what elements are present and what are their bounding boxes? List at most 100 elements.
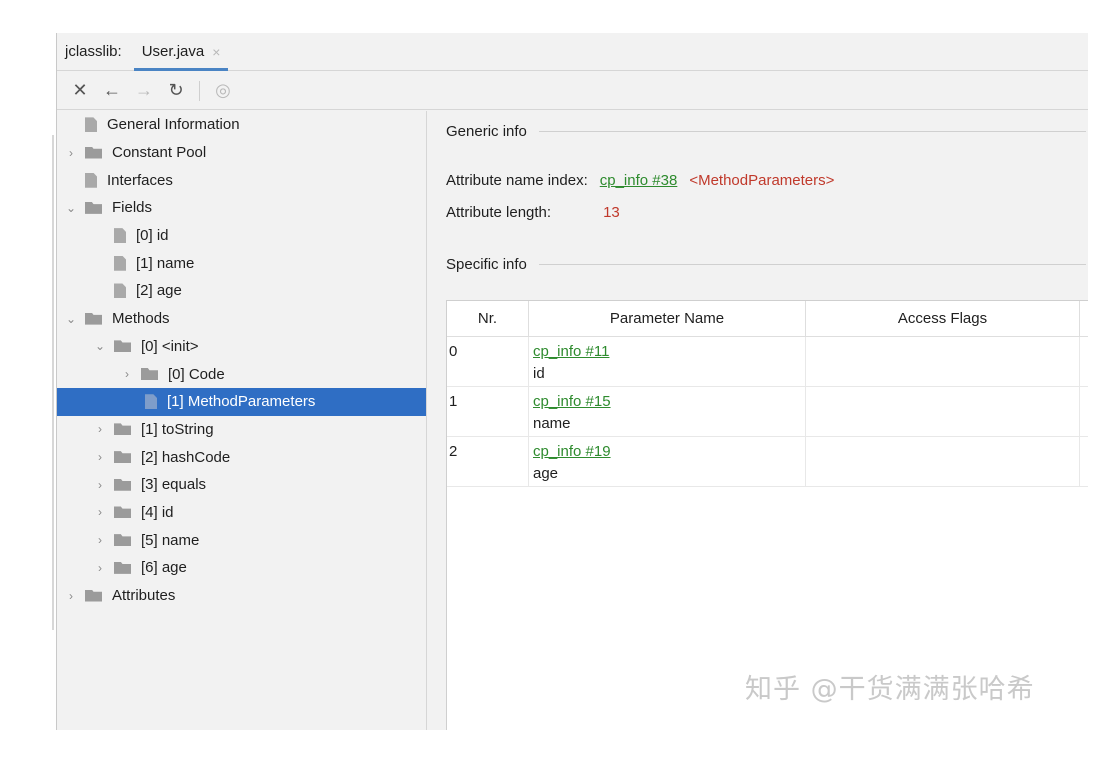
chevron-down-icon[interactable]: ⌄ — [65, 312, 77, 326]
file-icon — [85, 117, 97, 133]
cell-parameter-name: cp_info #15 name — [529, 387, 806, 436]
chevron-down-icon[interactable]: ⌄ — [94, 339, 106, 353]
folder-icon — [141, 368, 158, 381]
cell-nr: 0 — [447, 337, 529, 386]
cell-access-flags — [806, 387, 1080, 436]
file-icon — [85, 172, 97, 188]
folder-icon — [85, 312, 102, 325]
class-structure-tree: › General Information › Constant Pool › … — [57, 111, 427, 730]
section-divider — [538, 131, 1086, 132]
tree-item-code[interactable]: › [0] Code — [57, 360, 426, 388]
tree-item-field-id[interactable]: › [0] id — [57, 222, 426, 250]
table-row[interactable]: 0 cp_info #11 id — [447, 337, 1088, 387]
cp-info-link[interactable]: cp_info #11 — [533, 341, 801, 363]
specific-info-header: Specific info — [446, 256, 1086, 273]
parameter-name-value: id — [533, 365, 545, 382]
tool-window-title: jclasslib: — [65, 43, 122, 60]
cell-parameter-name: cp_info #19 age — [529, 437, 806, 486]
tree-item-label: [3] equals — [141, 476, 207, 494]
cell-nr: 1 — [447, 387, 529, 436]
chevron-right-icon[interactable]: › — [65, 146, 77, 160]
tree-item-label: Fields — [112, 199, 153, 217]
tree-item-constant-pool[interactable]: › Constant Pool — [57, 139, 426, 167]
chevron-right-icon[interactable]: › — [94, 422, 106, 436]
tree-item-label: [2] age — [136, 282, 182, 300]
tree-item-method-parameters[interactable]: › [1] MethodParameters — [57, 387, 426, 416]
browser-icon[interactable]: ◎ — [210, 78, 236, 104]
file-icon — [114, 228, 126, 244]
file-icon — [114, 255, 126, 271]
tree-item-method-id[interactable]: › [4] id — [57, 499, 426, 527]
column-header-parameter-name[interactable]: Parameter Name — [529, 301, 806, 336]
tree-item-field-age[interactable]: › [2] age — [57, 277, 426, 305]
chevron-down-icon[interactable]: ⌄ — [65, 201, 77, 215]
tree-item-method-age[interactable]: › [6] age — [57, 554, 426, 582]
table-row[interactable]: 2 cp_info #19 age — [447, 437, 1088, 487]
parameters-table: Nr. Parameter Name Access Flags 0 cp_inf… — [446, 300, 1088, 730]
tree-item-method-hashcode[interactable]: › [2] hashCode — [57, 443, 426, 471]
attribute-name-value: <MethodParameters> — [689, 172, 835, 189]
parameter-name-value: name — [533, 415, 571, 432]
tree-item-label: Attributes — [112, 587, 176, 605]
file-icon — [114, 283, 126, 299]
tree-item-interfaces[interactable]: › Interfaces — [57, 166, 426, 194]
tree-item-method-tostring[interactable]: › [1] toString — [57, 416, 426, 444]
folder-icon — [114, 340, 131, 353]
tree-item-label: [0] Code — [168, 365, 225, 383]
chevron-right-icon[interactable]: › — [94, 478, 106, 492]
attribute-length-label: Attribute length: — [446, 204, 552, 221]
column-header-access-flags[interactable]: Access Flags — [806, 301, 1080, 336]
jclasslib-window: jclasslib: User.java × ✕ ← → ↻ ◎ › Gener… — [56, 33, 1088, 730]
tree-item-label: [1] MethodParameters — [167, 393, 316, 411]
active-tab-indicator — [133, 67, 229, 71]
folder-icon — [114, 423, 131, 436]
cp-info-link[interactable]: cp_info #15 — [533, 391, 801, 413]
cell-access-flags — [806, 337, 1080, 386]
detail-panel: Generic info Attribute name index: cp_in… — [428, 111, 1088, 730]
tree-item-methods[interactable]: ⌄ Methods — [57, 305, 426, 333]
watermark: 知乎 @干货满满张哈希 — [745, 674, 1035, 705]
tree-item-field-name[interactable]: › [1] name — [57, 249, 426, 277]
tree-item-label: [1] toString — [141, 420, 214, 438]
tree-item-method-equals[interactable]: › [3] equals — [57, 471, 426, 499]
tree-item-label: [0] id — [136, 227, 169, 245]
chevron-right-icon[interactable]: › — [94, 561, 106, 575]
tree-item-label: [5] name — [141, 531, 200, 549]
close-tab-icon[interactable]: × — [212, 44, 220, 60]
close-icon[interactable]: ✕ — [67, 78, 93, 104]
attribute-name-index-row: Attribute name index: cp_info #38 <Metho… — [446, 172, 834, 189]
tab-user-java[interactable]: User.java × — [133, 33, 229, 71]
section-title: Generic info — [446, 123, 527, 140]
chevron-right-icon[interactable]: › — [94, 505, 106, 519]
attribute-length-value: 13 — [603, 204, 620, 221]
tree-item-method-init[interactable]: ⌄ [0] <init> — [57, 333, 426, 361]
table-row[interactable]: 1 cp_info #15 name — [447, 387, 1088, 437]
folder-icon — [85, 146, 102, 159]
chevron-right-icon[interactable]: › — [121, 367, 133, 381]
cp-info-link[interactable]: cp_info #19 — [533, 441, 801, 463]
cell-nr: 2 — [447, 437, 529, 486]
cp-info-link[interactable]: cp_info #38 — [600, 172, 678, 189]
folder-icon — [85, 201, 102, 214]
attribute-length-row: Attribute length: 13 — [446, 204, 620, 221]
refresh-icon[interactable]: ↻ — [163, 78, 189, 104]
tree-item-method-name[interactable]: › [5] name — [57, 526, 426, 554]
cell-access-flags — [806, 437, 1080, 486]
forward-arrow-icon[interactable]: → — [131, 78, 157, 104]
chevron-right-icon[interactable]: › — [94, 533, 106, 547]
folder-icon — [85, 589, 102, 602]
chevron-right-icon[interactable]: › — [94, 450, 106, 464]
tree-item-fields[interactable]: ⌄ Fields — [57, 194, 426, 222]
parameter-name-value: age — [533, 465, 559, 482]
editor-gutter-edge — [52, 135, 54, 630]
tree-item-attributes[interactable]: › Attributes — [57, 582, 426, 610]
tab-bar: jclasslib: User.java × — [57, 33, 1088, 71]
toolbar: ✕ ← → ↻ ◎ — [57, 72, 1088, 110]
back-arrow-icon[interactable]: ← — [99, 78, 125, 104]
chevron-right-icon[interactable]: › — [65, 589, 77, 603]
cell-parameter-name: cp_info #11 id — [529, 337, 806, 386]
tree-item-general-information[interactable]: › General Information — [57, 111, 426, 139]
attribute-name-index-label: Attribute name index: — [446, 172, 588, 189]
column-header-nr[interactable]: Nr. — [447, 301, 529, 336]
section-divider — [538, 264, 1086, 265]
